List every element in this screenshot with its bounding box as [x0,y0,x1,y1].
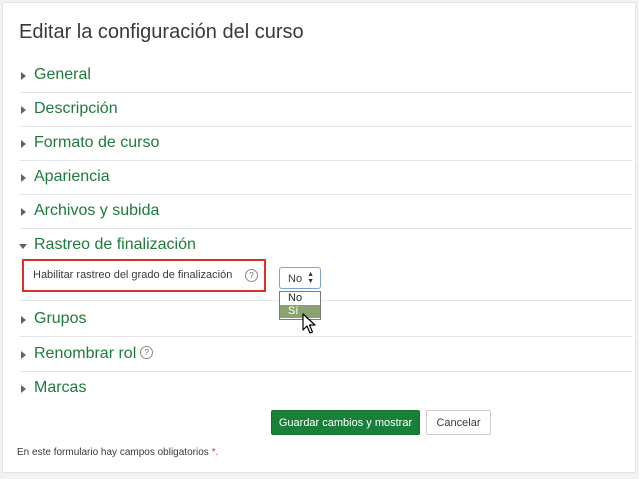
completion-tracking-label: Habilitar rastreo del grado de finalizac… [33,269,233,281]
section-label: Archivos y subida [34,202,160,219]
section-grupos[interactable]: Grupos [19,303,633,337]
save-and-display-button[interactable]: Guardar cambios y mostrar [271,410,420,435]
section-renombrar-rol[interactable]: Renombrar rol? [19,338,633,372]
select-arrows-icon: ▲ ▼ [307,271,314,285]
course-settings-card: Editar la configuración del curso Genera… [2,2,636,473]
help-icon[interactable]: ? [245,269,258,282]
caret-right-icon [21,140,26,148]
section-label: Descripción [34,100,118,117]
cancel-button[interactable]: Cancelar [426,410,491,435]
section-descripcion[interactable]: Descripción [19,93,633,127]
help-icon[interactable]: ? [140,346,154,360]
section-formato-de-curso[interactable]: Formato de curso [19,127,633,161]
section-general[interactable]: General [19,59,633,93]
page-title: Editar la configuración del curso [19,21,304,43]
caret-right-icon [21,72,26,80]
caret-right-icon [21,208,26,216]
section-label: Apariencia [34,168,110,185]
section-label: General [34,66,91,83]
section-label: Formato de curso [34,134,160,151]
section-label-text: Renombrar rol [34,345,137,362]
caret-down-icon [19,244,27,249]
completion-tracking-select[interactable]: No ▲ ▼ [279,267,321,289]
completion-tracking-field: Habilitar rastreo del grado de finalizac… [22,259,266,292]
section-apariencia[interactable]: Apariencia [19,161,633,195]
section-label: Grupos [34,310,87,327]
required-note-text: En este formulario hay campos obligatori… [17,447,209,458]
section-label: Renombrar rol? [34,345,154,363]
caret-right-icon [21,316,26,324]
caret-right-icon [21,174,26,182]
caret-right-icon [21,385,26,393]
section-archivos-y-subida[interactable]: Archivos y subida [19,195,633,229]
section-marcas[interactable]: Marcas [19,372,633,406]
select-value: No [288,273,303,285]
section-label: Marcas [34,379,87,396]
caret-right-icon [21,351,26,359]
required-fields-note: En este formulario hay campos obligatori… [17,447,218,458]
option-no[interactable]: No [280,292,320,305]
mouse-pointer-icon [302,313,316,334]
caret-right-icon [21,106,26,114]
required-asterisk: *. [211,447,219,458]
section-label: Rastreo de finalización [34,236,196,253]
